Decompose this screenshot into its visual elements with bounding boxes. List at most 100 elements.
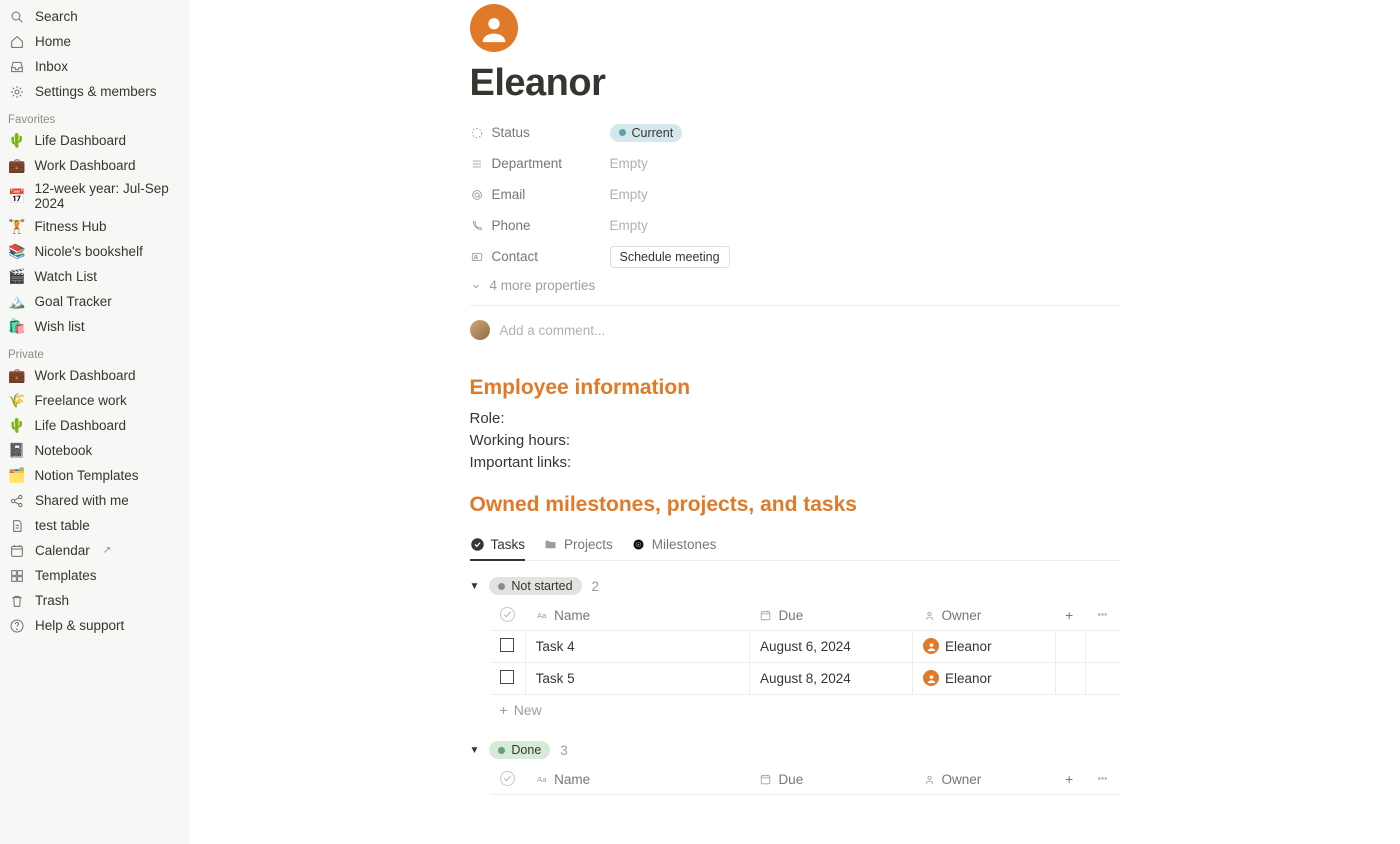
sidebar-page-item[interactable]: 📚Nicole's bookshelf [0,239,189,264]
tab-tasks[interactable]: Tasks [470,529,526,560]
cell-due[interactable]: August 8, 2024 [749,663,912,695]
sidebar-page-item[interactable]: 🌾Freelance work [0,388,189,413]
comment-placeholder: Add a comment... [500,323,606,338]
sidebar-page-item[interactable]: 💼Work Dashboard [0,363,189,388]
tasks-table: AaName Due Owner + Task 4 August 6, 2024… [490,601,1120,695]
task-checkbox[interactable] [500,670,514,684]
new-row-button[interactable]: +New [490,695,1120,725]
group-count: 3 [560,743,568,758]
sidebar-page-item[interactable]: 🛍️Wish list [0,314,189,339]
sidebar-home[interactable]: Home [0,29,189,54]
sidebar-page-item[interactable]: Shared with me [0,488,189,513]
template-icon [8,567,26,585]
property-label[interactable]: Email [470,187,610,202]
cell-owner[interactable]: Eleanor [913,631,1056,663]
property-label[interactable]: Contact [470,249,610,264]
cell-due[interactable]: August 6, 2024 [749,631,912,663]
tab-projects[interactable]: Projects [543,529,613,560]
sidebar-page-item[interactable]: 🎬Watch List [0,264,189,289]
sidebar-label: Life Dashboard [34,418,126,433]
add-column-button[interactable]: + [1055,765,1086,795]
plus-icon: + [500,702,508,718]
column-menu-button[interactable] [1086,601,1120,631]
table-row[interactable]: Task 5 August 8, 2024 Eleanor [490,663,1120,695]
owned-heading[interactable]: Owned milestones, projects, and tasks [470,493,1120,517]
sidebar-calendar[interactable]: Calendar ↗ [0,538,189,563]
schedule-meeting-button[interactable]: Schedule meeting [610,246,730,268]
page-emoji: 🎬 [8,268,25,285]
task-checkbox[interactable] [500,638,514,652]
sidebar-page-item[interactable]: 🌵Life Dashboard [0,128,189,153]
group-count: 2 [592,579,600,594]
sidebar-label: Settings & members [35,84,157,99]
page-avatar[interactable] [470,4,518,52]
col-due[interactable]: Due [749,765,912,795]
body-line[interactable]: Working hours: [470,432,1120,449]
group-status-pill[interactable]: Not started [489,577,581,595]
body-line[interactable]: Role: [470,410,1120,427]
sidebar-label: Home [35,34,71,49]
property-row: Phone Empty [470,210,1120,241]
group-header: ▼ Done 3 [470,741,1120,759]
property-label[interactable]: Status [470,125,610,140]
sidebar-search[interactable]: Search [0,4,189,29]
property-value-empty[interactable]: Empty [610,187,648,202]
property-row: Email Empty [470,179,1120,210]
comment-avatar [470,320,490,340]
doc-icon [8,517,26,535]
group-toggle-icon[interactable]: ▼ [470,581,480,592]
external-arrow-icon: ↗ [103,545,111,556]
sidebar-label: Shared with me [35,493,129,508]
sidebar-page-item[interactable]: test table [0,513,189,538]
sidebar-label: Search [35,9,78,24]
body-line[interactable]: Important links: [470,454,1120,471]
sidebar-page-item[interactable]: 📅12-week year: Jul-Sep 2024 [0,178,189,214]
page-title[interactable]: Eleanor [470,62,1120,105]
group-toggle-icon[interactable]: ▼ [470,745,480,756]
cell-name[interactable]: Task 5 [525,663,749,695]
sidebar-label: Fitness Hub [34,219,106,234]
sidebar-page-item[interactable]: 🏋️Fitness Hub [0,214,189,239]
col-owner[interactable]: Owner [913,765,1056,795]
col-due[interactable]: Due [749,601,912,631]
property-row: Contact Schedule meeting [470,241,1120,272]
property-value-empty[interactable]: Empty [610,218,648,233]
cell-owner[interactable]: Eleanor [913,663,1056,695]
sidebar-settings-members[interactable]: Settings & members [0,79,189,104]
tasks-table: AaName Due Owner + [490,765,1120,795]
status-pill[interactable]: Current [610,124,683,142]
search-icon [8,8,26,26]
comment-row[interactable]: Add a comment... [470,305,1120,354]
col-owner[interactable]: Owner [913,601,1056,631]
col-name[interactable]: AaName [525,765,749,795]
employee-info-heading[interactable]: Employee information [470,376,1120,400]
col-name[interactable]: AaName [525,601,749,631]
page-emoji: 🏔️ [8,293,25,310]
sidebar-page-item[interactable]: 💼Work Dashboard [0,153,189,178]
status-dot [619,129,626,136]
sidebar-help-support[interactable]: Help & support [0,613,189,638]
page-emoji: 🌵 [8,132,25,149]
sidebar-page-item[interactable]: 🌵Life Dashboard [0,413,189,438]
property-label[interactable]: Phone [470,218,610,233]
sidebar-label: Work Dashboard [34,158,135,173]
add-column-button[interactable]: + [1055,601,1086,631]
status-dot [498,583,505,590]
tab-milestones[interactable]: Milestones [631,529,717,560]
sidebar-page-item[interactable]: 🗂️Notion Templates [0,463,189,488]
sidebar-label: Notion Templates [34,468,138,483]
table-row[interactable]: Task 4 August 6, 2024 Eleanor [490,631,1120,663]
cell-name[interactable]: Task 4 [525,631,749,663]
sidebar-inbox[interactable]: Inbox [0,54,189,79]
sidebar-page-item[interactable]: 📓Notebook [0,438,189,463]
sidebar-section-private: Private [0,339,189,363]
owner-avatar-icon [923,670,939,686]
more-properties-toggle[interactable]: 4 more properties [470,272,1120,299]
sidebar-templates[interactable]: Templates [0,563,189,588]
sidebar-page-item[interactable]: 🏔️Goal Tracker [0,289,189,314]
property-label[interactable]: Department [470,156,610,171]
group-status-pill[interactable]: Done [489,741,550,759]
property-value-empty[interactable]: Empty [610,156,648,171]
column-menu-button[interactable] [1086,765,1120,795]
sidebar-trash[interactable]: Trash [0,588,189,613]
